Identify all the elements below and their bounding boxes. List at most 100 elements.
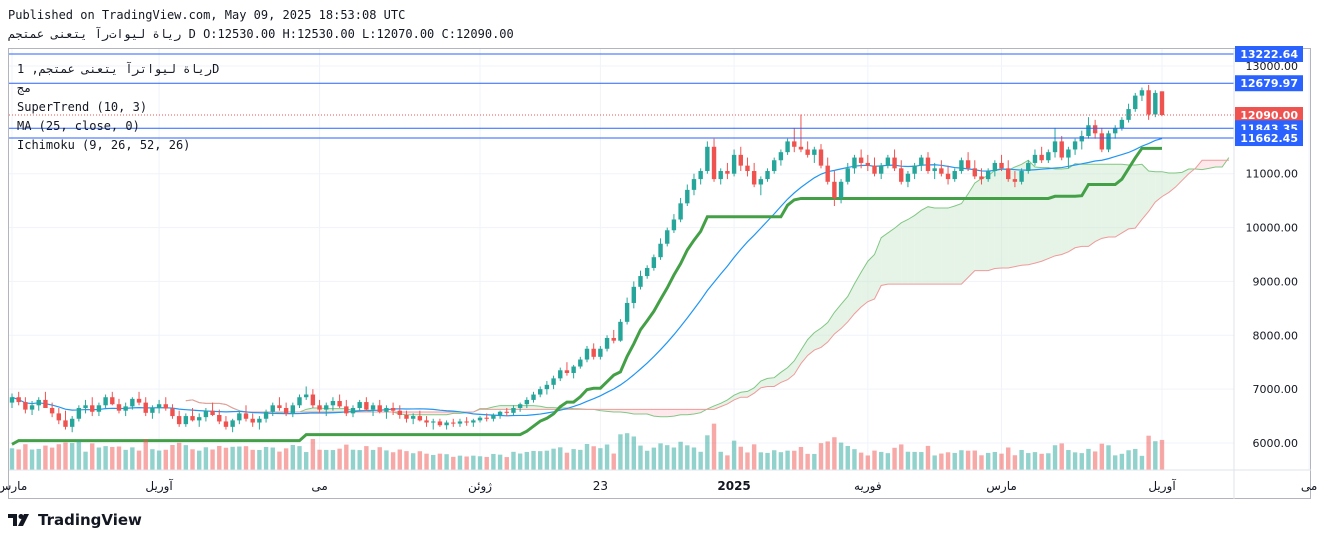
chart-canvas[interactable]: 13000.0011000.0010000.009000.008000.0070…: [0, 0, 1320, 541]
candle[interactable]: [370, 405, 376, 410]
candle[interactable]: [758, 179, 764, 185]
candle[interactable]: [150, 407, 155, 413]
candle[interactable]: [96, 405, 102, 412]
candle[interactable]: [257, 418, 262, 423]
candle[interactable]: [83, 405, 88, 408]
candle[interactable]: [464, 421, 469, 423]
candle[interactable]: [431, 421, 436, 423]
candle[interactable]: [277, 405, 282, 408]
candle[interactable]: [845, 168, 850, 182]
candle[interactable]: [69, 418, 75, 427]
candle[interactable]: [437, 421, 443, 426]
candle[interactable]: [203, 410, 209, 418]
candle[interactable]: [491, 414, 496, 419]
candle[interactable]: [283, 407, 289, 414]
candle[interactable]: [63, 420, 68, 427]
candle[interactable]: [290, 405, 296, 414]
candle[interactable]: [825, 165, 830, 182]
candle[interactable]: [1006, 168, 1011, 180]
candle[interactable]: [905, 173, 911, 182]
candle[interactable]: [337, 400, 342, 407]
candle[interactable]: [671, 219, 677, 231]
candle[interactable]: [270, 405, 275, 412]
tradingview-logo[interactable]: TradingView: [8, 511, 142, 529]
candle[interactable]: [584, 348, 590, 360]
candle[interactable]: [357, 402, 362, 408]
candle[interactable]: [1139, 90, 1145, 96]
candle[interactable]: [250, 418, 255, 423]
candle[interactable]: [665, 230, 670, 244]
candle[interactable]: [504, 411, 509, 413]
candle[interactable]: [1092, 125, 1098, 134]
candle[interactable]: [872, 165, 877, 174]
candle[interactable]: [1066, 149, 1071, 158]
candle[interactable]: [49, 407, 55, 414]
candle[interactable]: [631, 286, 637, 303]
candle[interactable]: [912, 165, 917, 174]
candle[interactable]: [644, 267, 650, 277]
candle[interactable]: [1133, 95, 1138, 110]
candle[interactable]: [1072, 141, 1078, 150]
candle[interactable]: [364, 402, 369, 410]
candle[interactable]: [324, 405, 329, 410]
candle[interactable]: [297, 397, 302, 406]
candle[interactable]: [551, 378, 556, 385]
candle[interactable]: [317, 405, 322, 410]
candle[interactable]: [1059, 141, 1064, 158]
candle[interactable]: [43, 399, 48, 408]
candle[interactable]: [751, 171, 757, 185]
candle[interactable]: [658, 243, 663, 258]
candle[interactable]: [858, 157, 864, 163]
candle[interactable]: [1146, 90, 1151, 115]
candle[interactable]: [932, 168, 937, 172]
candle[interactable]: [517, 404, 523, 408]
candle[interactable]: [578, 359, 583, 367]
candle[interactable]: [1079, 136, 1084, 142]
candle[interactable]: [838, 181, 844, 198]
candle[interactable]: [9, 397, 15, 403]
candle[interactable]: [892, 157, 897, 169]
candle[interactable]: [350, 407, 356, 414]
candle[interactable]: [263, 411, 269, 419]
candle[interactable]: [564, 370, 570, 373]
candle[interactable]: [377, 405, 382, 412]
candle[interactable]: [878, 165, 884, 174]
candle[interactable]: [972, 168, 977, 177]
candle[interactable]: [477, 417, 483, 421]
candle[interactable]: [745, 165, 750, 172]
candle[interactable]: [624, 302, 630, 322]
candle[interactable]: [23, 402, 28, 410]
candle[interactable]: [170, 408, 175, 417]
candle[interactable]: [303, 394, 309, 398]
candle[interactable]: [16, 397, 21, 403]
legend-supertrend[interactable]: SuperTrend (10, 3): [17, 100, 147, 114]
candle[interactable]: [765, 171, 770, 180]
candle[interactable]: [103, 397, 108, 406]
candle[interactable]: [1012, 179, 1018, 182]
candle[interactable]: [651, 257, 657, 268]
candle[interactable]: [1032, 154, 1038, 163]
candle[interactable]: [143, 402, 148, 413]
candle[interactable]: [210, 410, 215, 415]
candle[interactable]: [1153, 92, 1158, 115]
candle[interactable]: [731, 154, 737, 174]
candle[interactable]: [537, 389, 543, 395]
candle[interactable]: [524, 399, 530, 405]
candle[interactable]: [979, 176, 984, 180]
candle[interactable]: [952, 171, 957, 180]
candle[interactable]: [718, 171, 723, 180]
candle[interactable]: [417, 416, 423, 421]
candle[interactable]: [1119, 119, 1125, 128]
candle[interactable]: [136, 398, 142, 403]
candle[interactable]: [691, 179, 697, 190]
candle[interactable]: [344, 406, 349, 414]
candle[interactable]: [604, 337, 610, 349]
candle[interactable]: [925, 157, 931, 172]
candle[interactable]: [176, 416, 182, 425]
candle[interactable]: [1126, 109, 1131, 120]
candle[interactable]: [116, 404, 122, 411]
candle[interactable]: [725, 171, 730, 174]
candle[interactable]: [785, 141, 790, 153]
candle[interactable]: [959, 160, 964, 172]
candle[interactable]: [798, 146, 804, 150]
